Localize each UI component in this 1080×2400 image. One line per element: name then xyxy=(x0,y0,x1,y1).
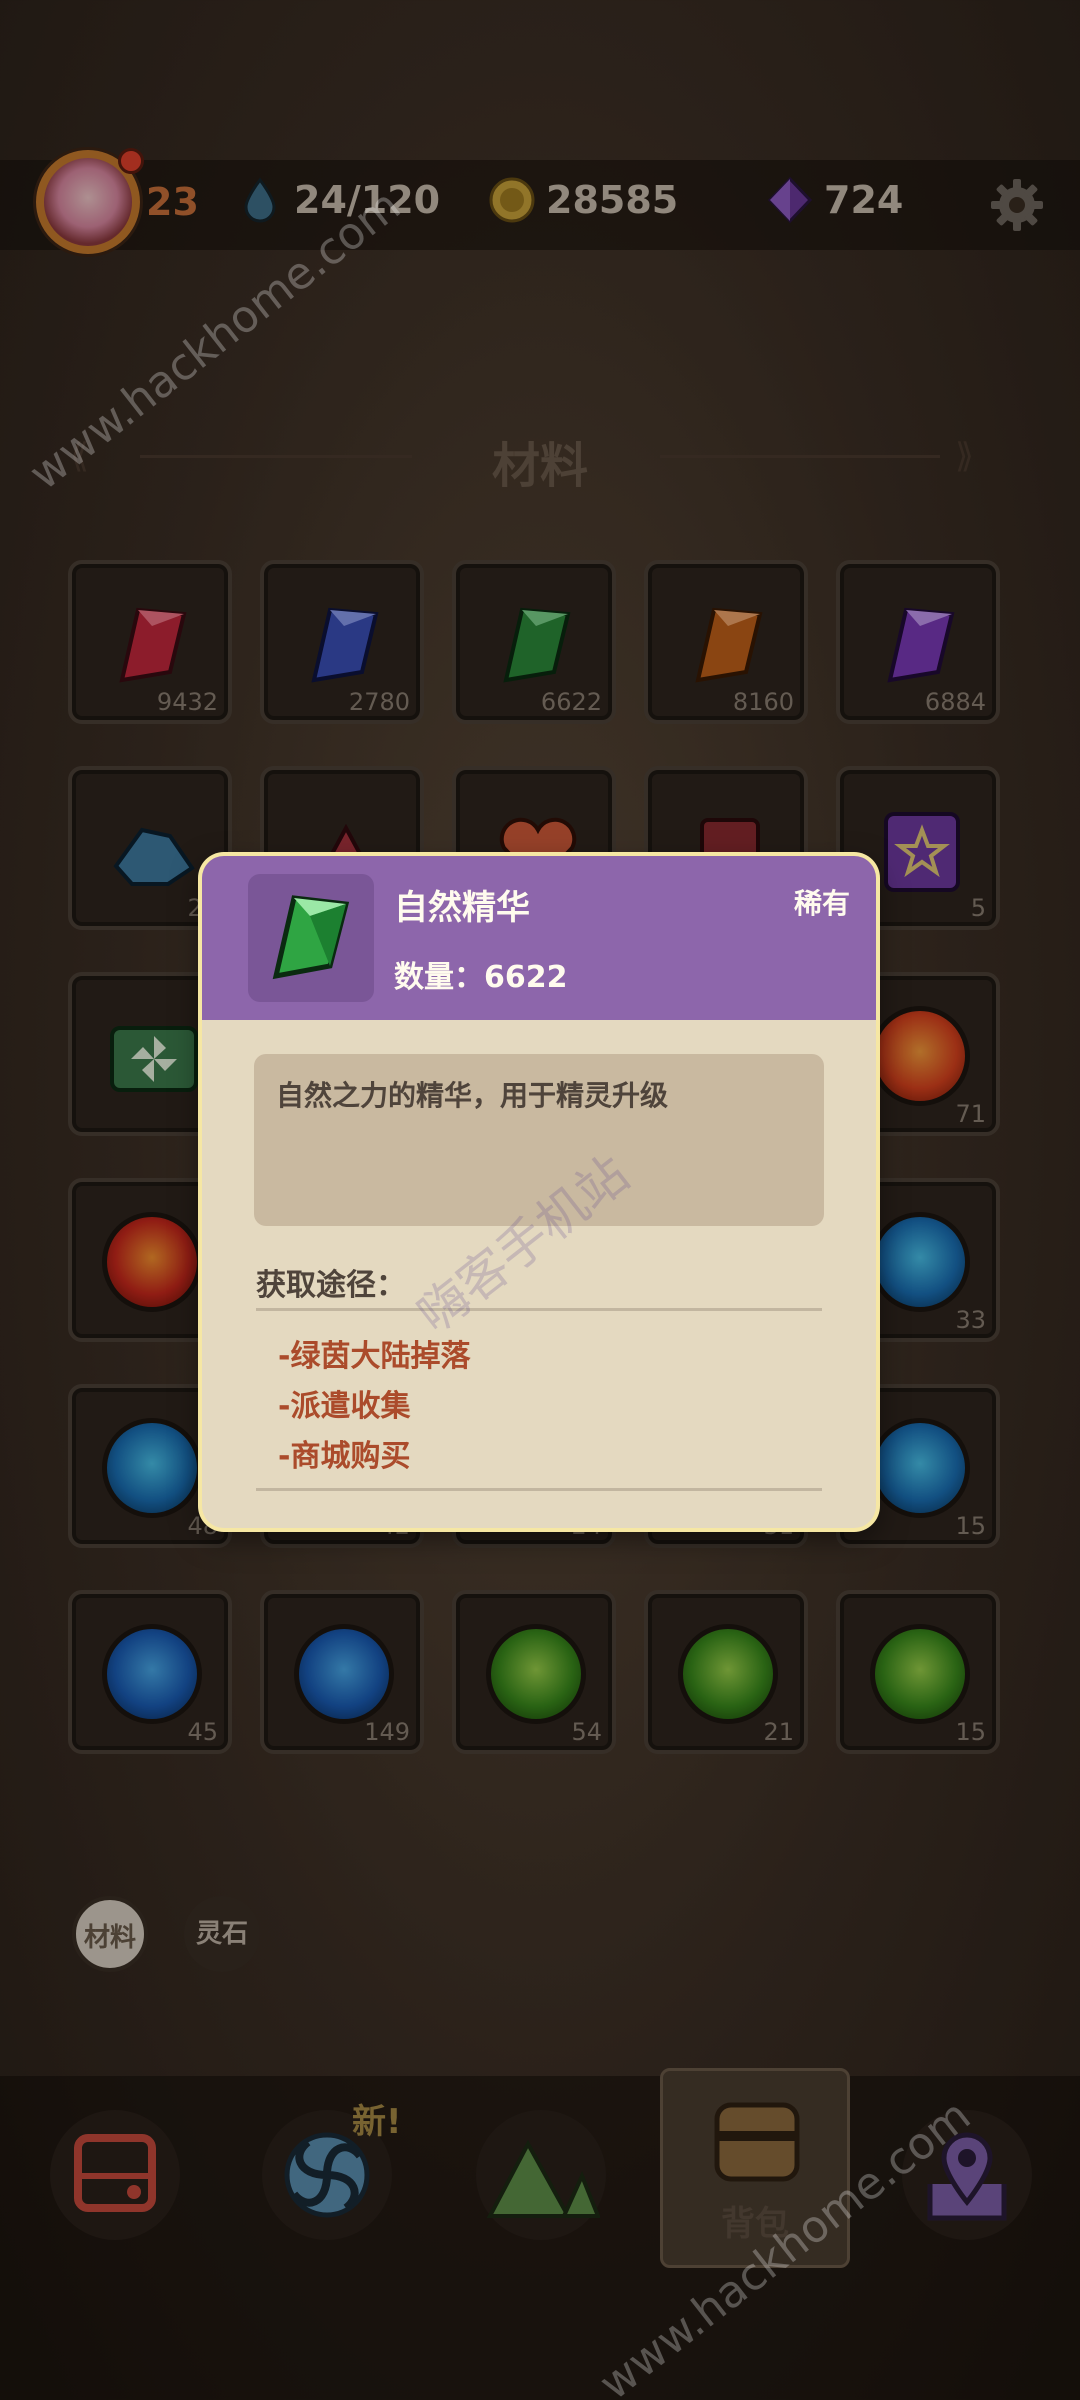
obtain-method[interactable]: -商城购买 xyxy=(278,1432,470,1482)
modal-header: 自然精华 稀有 数量：6622 xyxy=(202,856,876,1020)
obtain-list: -绿茵大陆掉落 -派遣收集 -商城购买 xyxy=(278,1332,470,1482)
item-icon-frame xyxy=(248,874,374,1002)
obtain-method[interactable]: -派遣收集 xyxy=(278,1382,470,1432)
obtain-title: 获取途径： xyxy=(256,1268,406,1303)
divider xyxy=(256,1488,822,1491)
green-crystal-icon xyxy=(272,895,350,980)
divider xyxy=(256,1308,822,1311)
item-rarity: 稀有 xyxy=(793,887,850,920)
item-quantity: 数量：6622 xyxy=(394,960,568,995)
item-name: 自然精华 xyxy=(394,888,530,928)
